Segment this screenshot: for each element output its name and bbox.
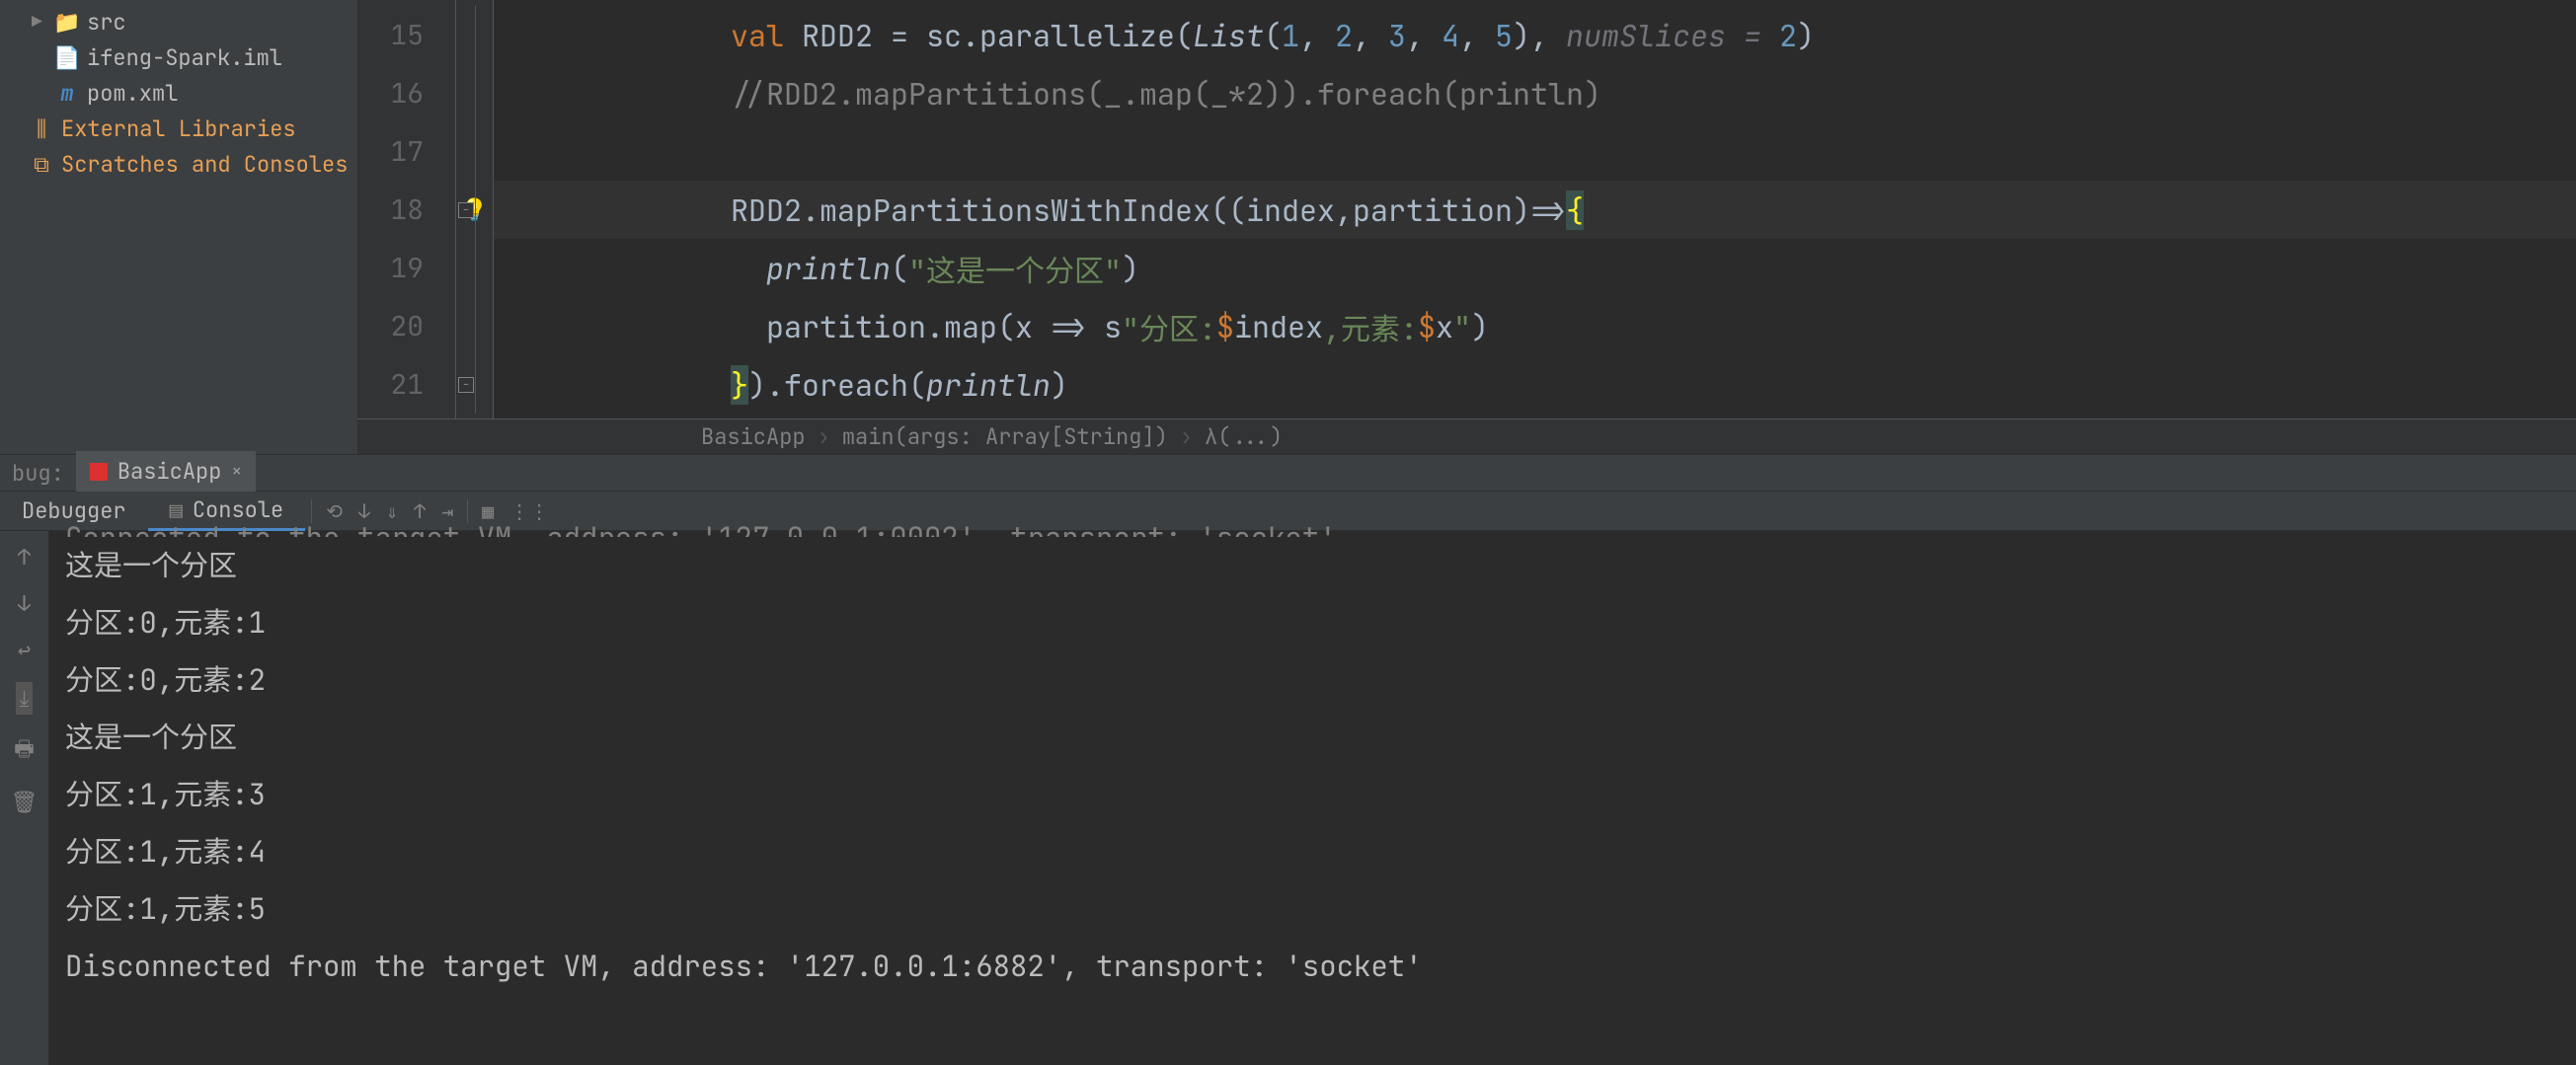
tree-item-iml[interactable]: 📄 ifeng-Spark.iml [0, 39, 357, 75]
breadcrumb-item[interactable]: λ(...) [1205, 422, 1283, 451]
tree-label: pom.xml [87, 79, 178, 108]
tree-scratches[interactable]: ⧉ Scratches and Consoles [0, 146, 357, 182]
line-number[interactable]: 21 [357, 355, 455, 414]
console-line: Disconnected from the target VM, address… [65, 938, 2560, 995]
console-line: 这是一个分区 [65, 709, 2560, 766]
down-arrow-icon[interactable]: ↓ [18, 589, 31, 618]
console-line: 分区:0,元素:2 [65, 651, 2560, 709]
debug-label: bug: [0, 459, 76, 488]
console-line: 这是一个分区 [65, 537, 2560, 594]
fold-column: 💡− − [456, 0, 494, 418]
code-content[interactable]: val RDD2 = sc.parallelize(List(1, 2, 3, … [494, 0, 2576, 418]
breadcrumb[interactable]: BasicApp › main(args: Array[String]) › λ… [357, 418, 2576, 454]
file-icon: 📄 [55, 43, 79, 72]
line-number[interactable]: 16 [357, 64, 455, 122]
console-side-toolbar: ↑ ↓ ↩ ⤓ 🖶 🗑 [0, 531, 49, 1065]
tree-label: External Libraries [61, 114, 296, 143]
line-number[interactable]: 20 [357, 297, 455, 355]
up-arrow-icon[interactable]: ↑ [18, 543, 31, 571]
console-line: Connected to the target VM, address: '12… [65, 509, 2560, 537]
tab-label: BasicApp [117, 457, 222, 486]
gutter[interactable]: 15 16 17 18 19 20 21 [357, 0, 456, 418]
fold-marker-icon[interactable]: − [458, 377, 474, 393]
console-line: 分区:1,元素:5 [65, 880, 2560, 938]
editor[interactable]: 15 16 17 18 19 20 21 💡− − val RDD2 = sc.… [357, 0, 2576, 454]
console-line: 分区:1,元素:4 [65, 823, 2560, 880]
maven-icon: m [55, 79, 79, 108]
scratch-icon: ⧉ [30, 150, 53, 179]
tree-label: src [87, 8, 126, 37]
tree-external-libraries[interactable]: ⫼ External Libraries [0, 111, 357, 146]
debug-config-tab[interactable]: BasicApp × [76, 451, 256, 494]
debug-tab-bar: bug: BasicApp × [0, 454, 2576, 492]
fold-marker-icon[interactable]: − [458, 202, 474, 218]
breadcrumb-item[interactable]: main(args: Array[String]) [842, 422, 1168, 451]
folder-icon: 📁 [55, 8, 79, 37]
close-icon[interactable]: × [231, 460, 242, 483]
project-tree[interactable]: ▶ 📁 src 📄 ifeng-Spark.iml m pom.xml ⫼ Ex… [0, 0, 357, 454]
console-output[interactable]: Connected to the target VM, address: '12… [49, 531, 2576, 1065]
scala-icon [90, 463, 108, 481]
library-icon: ⫼ [30, 114, 53, 143]
expand-arrow-icon[interactable]: ▶ [32, 11, 47, 34]
line-number[interactable]: 17 [357, 122, 455, 181]
line-number[interactable]: 19 [357, 239, 455, 297]
scroll-to-end-icon[interactable]: ⤓ [16, 682, 34, 715]
clear-icon[interactable]: 🗑 [11, 788, 39, 816]
tree-item-src[interactable]: ▶ 📁 src [0, 4, 357, 39]
tree-label: Scratches and Consoles [61, 150, 348, 179]
tree-label: ifeng-Spark.iml [87, 43, 282, 72]
tree-item-pom[interactable]: m pom.xml [0, 75, 357, 111]
line-number[interactable]: 18 [357, 181, 455, 239]
line-number[interactable]: 15 [357, 6, 455, 64]
breadcrumb-item[interactable]: BasicApp [701, 422, 806, 451]
console-line: 分区:1,元素:3 [65, 766, 2560, 823]
soft-wrap-icon[interactable]: ↩ [18, 636, 31, 664]
print-icon[interactable]: 🖶 [14, 732, 35, 770]
console-line: 分区:0,元素:1 [65, 594, 2560, 651]
